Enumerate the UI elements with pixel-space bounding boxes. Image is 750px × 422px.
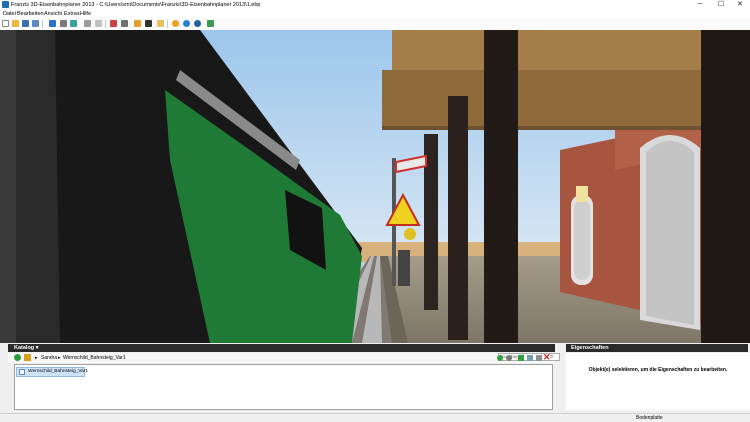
minimize-button[interactable]: ─: [690, 0, 710, 10]
pillar-4: [701, 30, 750, 343]
duplicate-icon[interactable]: [527, 355, 533, 361]
close-window-button[interactable]: ✕: [730, 0, 750, 10]
delete-icon[interactable]: [110, 20, 117, 27]
delete-item-icon[interactable]: ✕: [543, 352, 551, 362]
save-as-icon[interactable]: [32, 20, 39, 27]
import-icon[interactable]: [518, 355, 524, 361]
breadcrumb-root[interactable]: Sandra: [41, 354, 57, 362]
title-bar: Franzis 3D-Eisenbahnplaner 2013 - C:\Use…: [0, 0, 750, 10]
pillar-2: [448, 96, 468, 340]
camera-icon[interactable]: [145, 20, 152, 27]
breadcrumb-separator: ▸: [58, 355, 61, 361]
signal-lamp: [404, 228, 416, 240]
scene-render: [0, 30, 750, 343]
undo-icon[interactable]: [60, 20, 67, 27]
copy-item-icon[interactable]: [536, 355, 542, 361]
catalog-item-label: Wernschild_Bahnsteig_Var1: [28, 369, 89, 374]
katalog-header: Katalog ▾: [8, 344, 555, 352]
catalog-item[interactable]: Wernschild_Bahnsteig_Var1: [16, 367, 89, 377]
eigenschaften-header: Eigenschaften: [566, 344, 748, 352]
light-icon[interactable]: [172, 20, 179, 27]
file-icon: [19, 369, 25, 375]
locomotive-buffer: [0, 30, 16, 343]
paste-icon[interactable]: [95, 20, 102, 27]
catalog-items: Wernschild_Bahnsteig_Var1: [14, 364, 553, 410]
open-icon[interactable]: [12, 20, 19, 27]
settings-icon[interactable]: [134, 20, 141, 27]
katalog-toolbar: ▸ Sandra ▸ Wernschild_Bahnsteig_Var1 Suc…: [8, 353, 560, 363]
window-title: Franzis 3D-Eisenbahnplaner 2013 - C:\Use…: [11, 2, 261, 8]
toolbar-separator: [105, 20, 106, 28]
cut-icon[interactable]: [49, 20, 56, 27]
station-sign-board: [576, 186, 588, 202]
folder-up-icon[interactable]: [24, 354, 31, 361]
breadcrumb-current[interactable]: Wernschild_Bahnsteig_Var1: [63, 354, 126, 362]
eigenschaften-message: Objekt(e) selektieren, um die Eigenschaf…: [588, 367, 728, 373]
3d-viewport[interactable]: [0, 30, 750, 343]
app-icon: [2, 1, 9, 8]
download-icon[interactable]: [207, 20, 214, 27]
help-icon[interactable]: [194, 20, 201, 27]
menu-bar: Datei Bearbeiten Ansicht Extras Hilfe: [0, 10, 750, 18]
rotate-icon[interactable]: [121, 20, 128, 27]
globe-icon[interactable]: [183, 20, 190, 27]
menu-bearbeiten[interactable]: Bearbeiten: [17, 10, 44, 18]
window-frame: [574, 200, 590, 280]
menu-ansicht[interactable]: Ansicht: [44, 10, 62, 18]
maximize-button[interactable]: ☐: [711, 0, 731, 10]
door-panel: [646, 141, 694, 325]
toolbar-separator: [42, 20, 43, 28]
redo-icon[interactable]: [70, 20, 77, 27]
menu-hilfe[interactable]: Hilfe: [80, 10, 91, 18]
add-icon[interactable]: [497, 355, 503, 361]
copy-icon[interactable]: [84, 20, 91, 27]
katalog-title[interactable]: Katalog ▾: [14, 344, 38, 352]
roof-beam: [382, 70, 750, 126]
eigenschaften-panel: Objekt(e) selektieren, um die Eigenschaf…: [566, 353, 750, 410]
toolbar-separator: [167, 20, 168, 28]
texture-icon[interactable]: [157, 20, 164, 27]
signal-post: [398, 250, 410, 286]
back-icon[interactable]: [14, 354, 21, 361]
pillar-3: [484, 30, 518, 343]
menu-extras[interactable]: Extras: [64, 10, 80, 18]
roof-edge: [382, 126, 750, 130]
menu-datei[interactable]: Datei: [3, 10, 16, 18]
new-icon[interactable]: [2, 20, 9, 27]
save-icon[interactable]: [22, 20, 29, 27]
breadcrumb-separator: ▸: [35, 355, 38, 361]
refresh-icon[interactable]: [506, 355, 512, 361]
eigenschaften-title: Eigenschaften: [571, 345, 609, 351]
